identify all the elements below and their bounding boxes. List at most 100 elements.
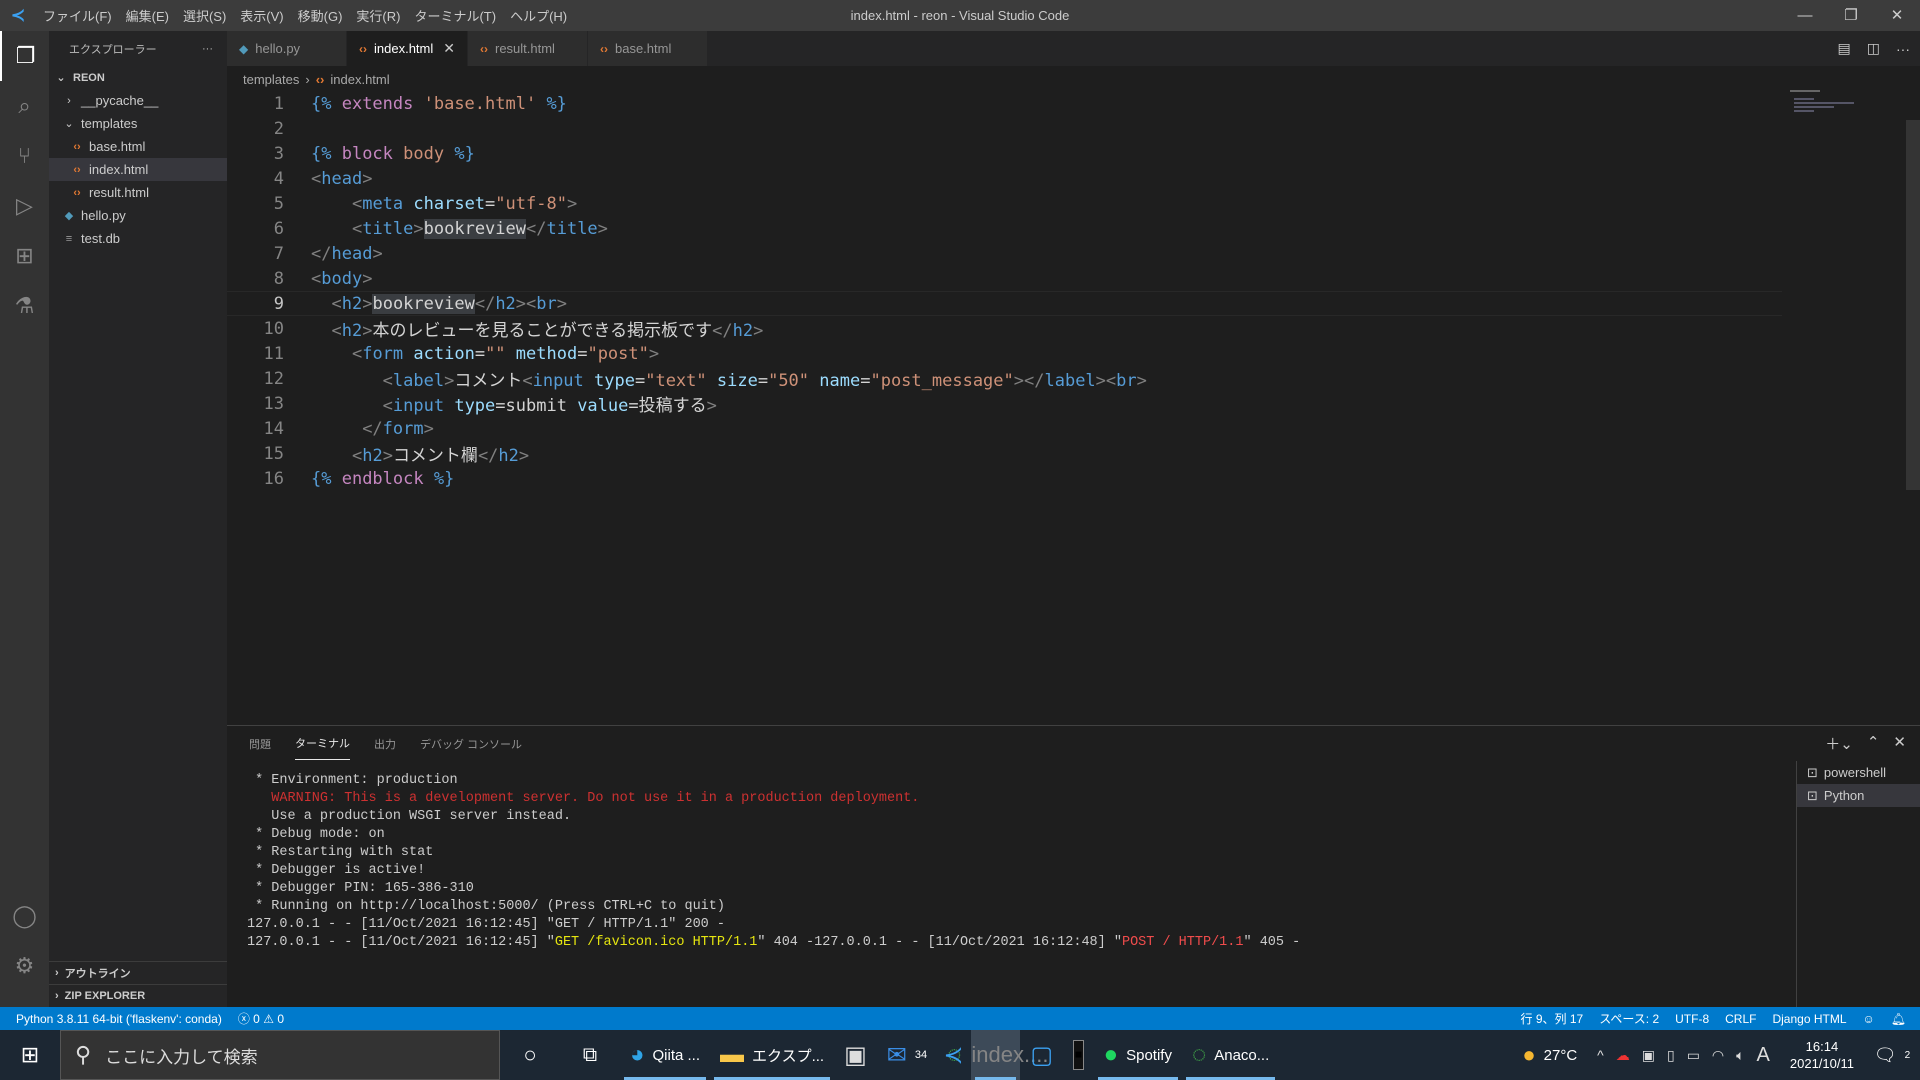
menu-item[interactable]: ファイル(F) <box>36 6 119 25</box>
anaconda-navigator-icon: ◌ <box>1191 1041 1207 1068</box>
breadcrumb-file[interactable]: index.html <box>330 72 389 87</box>
panel-tab[interactable]: 問題 <box>249 736 271 752</box>
wifi-icon[interactable]: ◠ <box>1712 1047 1724 1064</box>
clock[interactable]: 16:14 2021/10/11 <box>1780 1030 1864 1080</box>
close-panel-icon[interactable]: ✕ <box>1893 733 1906 754</box>
taskbar-app[interactable]: ▣ <box>834 1030 877 1080</box>
explorer-sidebar: エクスプローラー ··· ⌄ REON › __pycache__ ⌄ templates… <box>49 31 227 1007</box>
python-interpreter[interactable]: Python 3.8.11 64-bit ('flaskenv': conda) <box>0 1012 230 1026</box>
ime-indicator[interactable]: A <box>1757 1044 1770 1067</box>
file-tree-item[interactable]: › __pycache__ <box>49 89 227 112</box>
restore-button[interactable]: ❐ <box>1828 0 1874 31</box>
file-explorer-icon: ▬ <box>720 1041 745 1068</box>
battery-icon[interactable]: ▭ <box>1687 1047 1700 1064</box>
menu-item[interactable]: ヘルプ(H) <box>503 6 574 25</box>
tab-result-html[interactable]: ‹› result.html <box>467 31 588 66</box>
code-token: < <box>351 446 363 466</box>
taskbar-app[interactable]: ▬ エクスプ... <box>710 1030 834 1080</box>
taskbar-app[interactable]: ✉ 34 <box>877 1030 937 1080</box>
encoding[interactable]: UTF-8 <box>1667 1012 1717 1026</box>
more-actions-icon[interactable]: ··· <box>1896 41 1910 57</box>
file-tree-item[interactable]: ‹› index.html <box>49 158 227 181</box>
close-window-button[interactable]: ✕ <box>1874 0 1920 31</box>
zip-explorer-section[interactable]: › ZIP EXPLORER <box>49 984 227 1007</box>
menu-item[interactable]: 実行(R) <box>349 6 407 25</box>
code-token: type <box>583 371 635 391</box>
file-tree-label: test.db <box>81 231 121 246</box>
outline-section[interactable]: › アウトライン <box>49 961 227 984</box>
taskbar-app[interactable]: ▢ <box>1020 1030 1063 1080</box>
minimize-button[interactable]: — <box>1782 0 1828 31</box>
taskbar-search[interactable]: ⚲ ここに入力して検索 <box>60 1030 500 1080</box>
chevron-down-icon: ⌄ <box>64 118 74 130</box>
file-tree-label: __pycache__ <box>81 93 159 108</box>
menu-item[interactable]: ターミナル(T) <box>407 6 503 25</box>
tab-index-html[interactable]: ‹› index.html ✕ <box>347 31 468 66</box>
warning-icon: ⚠ <box>263 1012 274 1026</box>
panel-tab[interactable]: ターミナル <box>295 727 350 760</box>
editor-scrollbar[interactable] <box>1906 120 1920 490</box>
task-view-icon[interactable]: ⧉ <box>560 1030 620 1080</box>
taskbar-app[interactable]: ◕ Qiita ... <box>620 1030 710 1080</box>
menu-item[interactable]: 表示(V) <box>233 6 290 25</box>
run-debug-icon[interactable]: ▷ <box>0 181 49 231</box>
problems-status[interactable]: ⓧ 0 ⚠ 0 <box>230 1010 292 1027</box>
menu-item[interactable]: 選択(S) <box>176 6 233 25</box>
feedback-icon[interactable]: ☺ <box>1855 1012 1883 1026</box>
taskbar-app[interactable]: ◌ Anaco... <box>1182 1030 1279 1080</box>
account-icon[interactable]: ◯ <box>0 891 49 941</box>
line-ending[interactable]: CRLF <box>1717 1012 1764 1026</box>
security-icon[interactable]: ▣ <box>1642 1047 1655 1064</box>
breadcrumb-folder[interactable]: templates <box>243 72 299 87</box>
onedrive-icon[interactable]: ☁ <box>1616 1047 1630 1064</box>
cursor-position[interactable]: 行 9、列 17 <box>1513 1010 1592 1027</box>
testing-icon[interactable]: ⚗ <box>0 281 49 331</box>
bell-icon[interactable]: 🔔︎ <box>1883 1012 1920 1026</box>
minimap[interactable] <box>1790 90 1880 130</box>
taskbar-app[interactable]: ▪ <box>1063 1030 1094 1080</box>
new-terminal-icon[interactable]: ＋⌄ <box>1825 733 1853 754</box>
split-editor-icon[interactable]: ◫ <box>1867 40 1880 57</box>
code-token: {% <box>311 93 332 114</box>
extensions-icon[interactable]: ⊞ <box>0 231 49 281</box>
maximize-panel-icon[interactable]: ⌃ <box>1867 733 1880 754</box>
chevron-up-icon[interactable]: ^ <box>1597 1047 1604 1063</box>
taskbar-app[interactable]: ● Spotify <box>1094 1030 1182 1080</box>
close-tab-icon[interactable]: ✕ <box>443 40 455 57</box>
more-actions-button[interactable]: ··· <box>202 43 213 55</box>
windows-start-icon[interactable]: ⊞ <box>0 1030 60 1080</box>
cortana-icon[interactable]: ○ <box>500 1030 560 1080</box>
panel-tab[interactable]: 出力 <box>374 736 396 752</box>
panel-tab[interactable]: デバッグ コンソール <box>420 736 522 752</box>
file-tree-item[interactable]: ‹› base.html <box>49 135 227 158</box>
file-tree-item[interactable]: ◆ hello.py <box>49 204 227 227</box>
gear-icon[interactable]: ⚙ <box>0 941 49 991</box>
folder-root[interactable]: ⌄ REON <box>49 66 227 89</box>
code-token: > <box>413 218 424 239</box>
file-tree-item[interactable]: ‹› result.html <box>49 181 227 204</box>
file-tree-item[interactable]: ≡ test.db <box>49 227 227 250</box>
code-token: </ <box>526 218 547 239</box>
code-token: submit <box>505 396 567 416</box>
taskbar-app[interactable]: ≺ index.... <box>943 1030 1048 1080</box>
source-control-icon[interactable]: ⑂ <box>0 131 49 181</box>
weather-widget[interactable]: ● 27°C <box>1512 1030 1587 1080</box>
notification-center-icon[interactable]: 🗨︎ 2 <box>1864 1030 1920 1080</box>
file-tree-item[interactable]: ⌄ templates <box>49 112 227 135</box>
open-changes-icon[interactable]: ▤ <box>1838 40 1851 57</box>
phone-icon[interactable]: ▯ <box>1667 1047 1675 1064</box>
code-editor[interactable]: 1 {% extends 'base.html' %} 2 3 {% block bod… <box>227 91 1917 491</box>
terminal-output[interactable]: * Environment: production WARNING: This … <box>247 772 1300 952</box>
tab-hello-py[interactable]: ◆ hello.py <box>227 31 347 66</box>
search-icon[interactable]: ⌕ <box>0 81 49 131</box>
volume-icon[interactable]: 🔈︎ <box>1736 1047 1744 1064</box>
terminal-instance[interactable]: ⊡ Python <box>1797 784 1920 807</box>
tab-base-html[interactable]: ‹› base.html <box>587 31 708 66</box>
menu-item[interactable]: 編集(E) <box>119 6 176 25</box>
code-token: %} <box>444 143 475 164</box>
indentation[interactable]: スペース: 2 <box>1591 1010 1667 1027</box>
explorer-icon[interactable]: ❐ <box>0 31 49 81</box>
menu-item[interactable]: 移動(G) <box>291 6 350 25</box>
terminal-instance[interactable]: ⊡ powershell <box>1797 761 1920 784</box>
language-mode[interactable]: Django HTML <box>1764 1012 1854 1026</box>
